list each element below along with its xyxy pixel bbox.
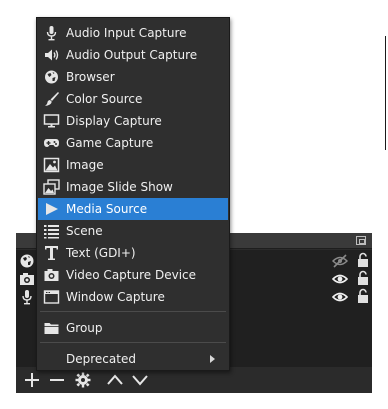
undock-icon[interactable]: [356, 236, 366, 245]
move-source-up-button[interactable]: [105, 370, 125, 390]
menu-item-audio-output-capture[interactable]: Audio Output Capture: [38, 44, 228, 66]
menu-item-label: Audio Input Capture: [66, 26, 187, 40]
gamepad-icon: [44, 139, 59, 147]
menu-item-scene[interactable]: Scene: [38, 220, 228, 242]
menu-item-label: Display Capture: [66, 114, 162, 128]
play-icon: [46, 203, 58, 215]
menu-item-game-capture[interactable]: Game Capture: [38, 132, 228, 154]
add-source-button[interactable]: [22, 370, 42, 390]
move-up-icon: [107, 374, 123, 385]
menu-item-browser[interactable]: Browser: [38, 66, 228, 88]
background-panel-border: [385, 36, 386, 150]
menu-separator: [40, 311, 226, 312]
lock-icon[interactable]: [356, 270, 370, 286]
menu-item-video-capture-device[interactable]: Video Capture Device: [38, 264, 228, 286]
eye-icon[interactable]: [332, 289, 348, 305]
remove-source-button[interactable]: [47, 370, 67, 390]
speaker-icon: [45, 49, 59, 61]
menu-item-image-slide-show[interactable]: Image Slide Show: [38, 176, 228, 198]
menu-item-label: Deprecated: [66, 352, 136, 366]
menu-item-label: Audio Output Capture: [66, 48, 198, 62]
source-properties-button[interactable]: [73, 370, 93, 390]
list-icon: [44, 225, 59, 239]
paintbrush-icon: [45, 92, 59, 106]
folder-icon: [44, 323, 59, 334]
microphone-icon: [22, 290, 32, 305]
menu-item-group[interactable]: Group: [38, 317, 228, 339]
text-icon: [45, 246, 58, 260]
globe-icon: [20, 254, 34, 268]
menu-item-color-source[interactable]: Color Source: [38, 88, 228, 110]
menu-separator: [40, 342, 226, 343]
menu-item-label: Image: [66, 158, 104, 172]
remove-icon: [50, 379, 64, 381]
submenu-arrow-icon: [210, 355, 215, 363]
menu-item-audio-input-capture[interactable]: Audio Input Capture: [38, 22, 228, 44]
menu-item-label: Media Source: [66, 202, 148, 216]
menu-item-label: Browser: [66, 70, 115, 84]
menu-item-image[interactable]: Image: [38, 154, 228, 176]
window-icon: [43, 290, 60, 304]
eye-icon[interactable]: [332, 271, 348, 287]
menu-item-label: Scene: [66, 224, 103, 238]
menu-item-label: Color Source: [66, 92, 143, 106]
gear-icon: [75, 372, 91, 388]
add-icon: [25, 373, 39, 387]
add-source-context-menu: Audio Input Capture Audio Output Capture…: [36, 17, 230, 371]
lock-icon[interactable]: [356, 288, 370, 304]
menu-item-window-capture[interactable]: Window Capture: [38, 286, 228, 308]
menu-item-label: Group: [66, 321, 103, 335]
menu-item-label: Image Slide Show: [66, 180, 173, 194]
lock-icon[interactable]: [356, 252, 370, 268]
menu-item-media-source[interactable]: Media Source: [38, 198, 228, 220]
menu-item-label: Video Capture Device: [66, 268, 197, 282]
slideshow-icon: [43, 179, 60, 195]
globe-icon: [45, 70, 58, 84]
monitor-icon: [43, 114, 60, 128]
menu-item-label: Window Capture: [66, 290, 165, 304]
move-source-down-button[interactable]: [130, 370, 150, 390]
camera-icon: [44, 269, 59, 281]
move-down-icon: [132, 375, 148, 386]
hidden-eye-icon[interactable]: [332, 253, 348, 269]
camera-icon: [20, 273, 34, 285]
image-icon: [43, 157, 60, 173]
menu-item-deprecated[interactable]: Deprecated: [38, 348, 228, 370]
menu-item-label: Text (GDI+): [66, 246, 136, 260]
microphone-icon: [46, 26, 57, 41]
menu-item-display-capture[interactable]: Display Capture: [38, 110, 228, 132]
menu-item-text-gdi[interactable]: Text (GDI+): [38, 242, 228, 264]
menu-item-label: Game Capture: [66, 136, 154, 150]
